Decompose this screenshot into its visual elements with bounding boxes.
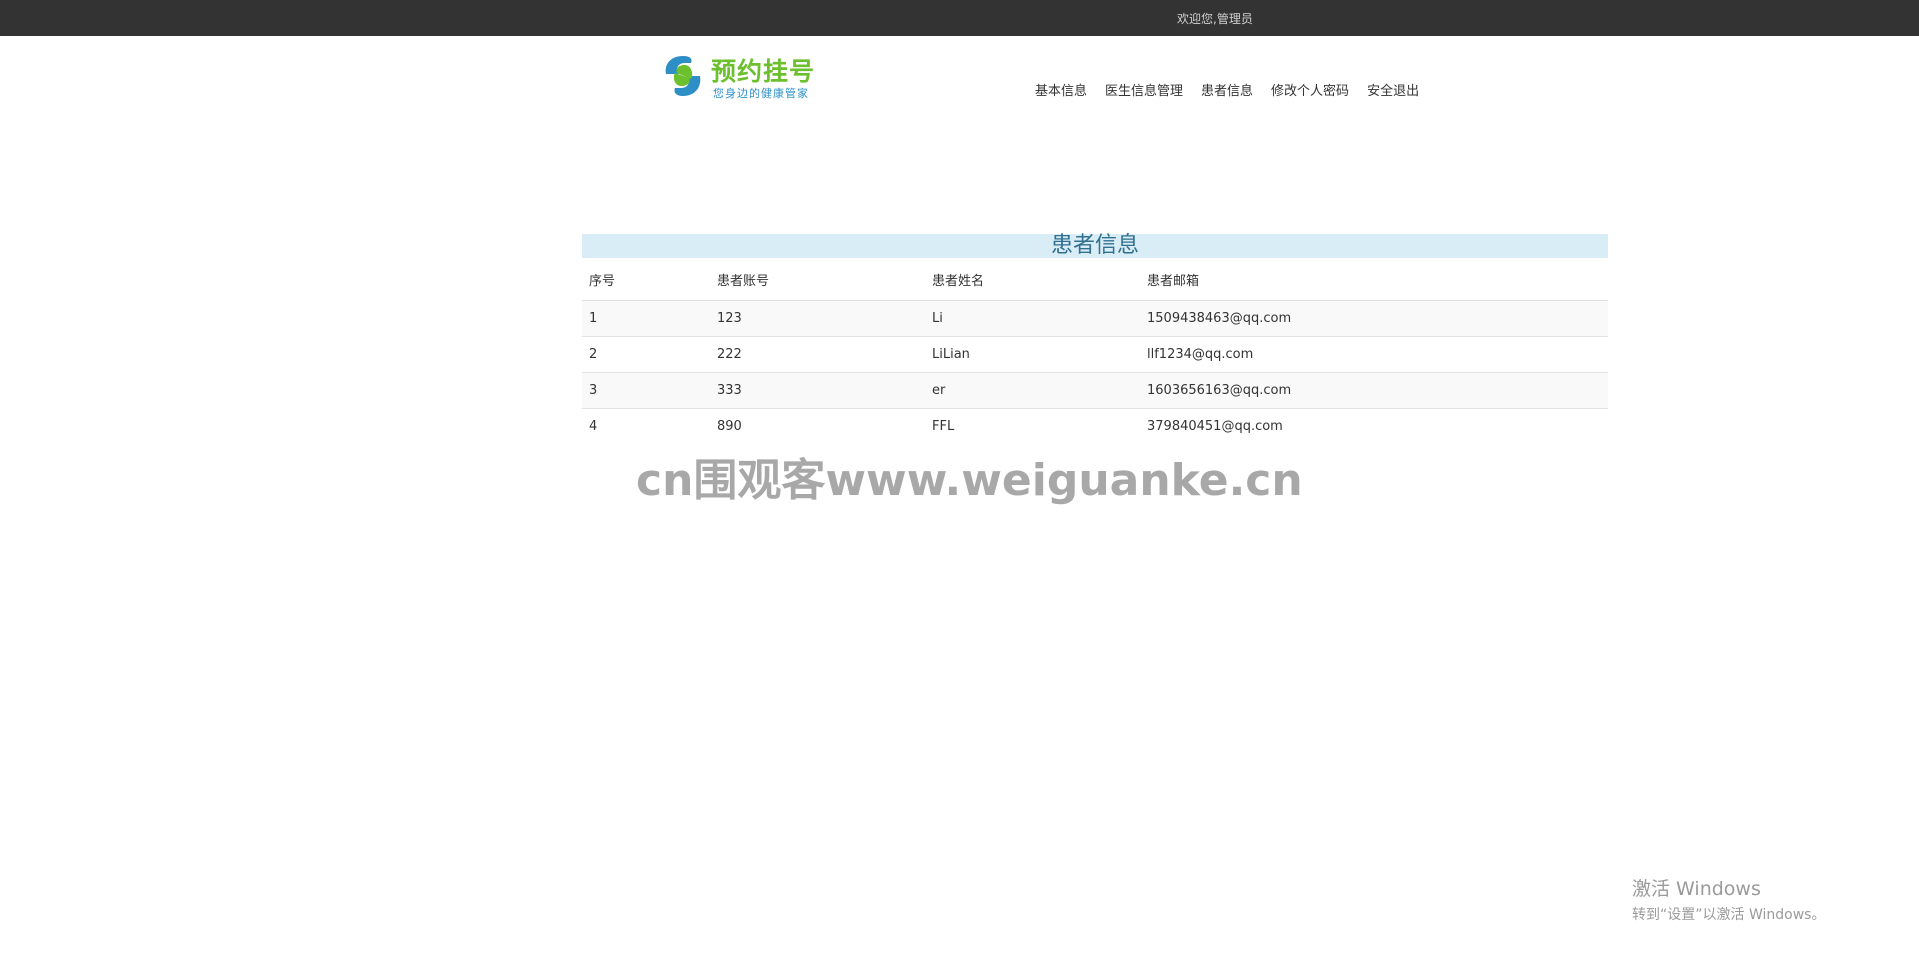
cell-account: 890 bbox=[710, 408, 925, 444]
cell-index: 2 bbox=[582, 336, 710, 373]
table-row: 1 123 Li 1509438463@qq.com bbox=[582, 300, 1608, 337]
cell-name: er bbox=[925, 372, 1140, 409]
cell-index: 1 bbox=[582, 300, 710, 337]
table-header-row: 序号 患者账号 患者姓名 患者邮箱 bbox=[582, 258, 1608, 301]
cell-account: 123 bbox=[710, 300, 925, 337]
panel-title: 患者信息 bbox=[582, 234, 1608, 258]
logo[interactable]: 预约挂号 您身边的健康管家 bbox=[661, 52, 821, 102]
windows-activation-subtitle: 转到“设置”以激活 Windows。 bbox=[1632, 907, 1826, 923]
cell-account: 333 bbox=[710, 372, 925, 409]
cell-email: 1509438463@qq.com bbox=[1140, 300, 1608, 337]
nav-logout[interactable]: 安全退出 bbox=[1367, 80, 1419, 99]
site-watermark: cn围观客www.weiguanke.cn bbox=[636, 455, 1303, 506]
table-row: 4 890 FFL 379840451@qq.com bbox=[582, 408, 1608, 444]
col-header-name: 患者姓名 bbox=[925, 258, 1140, 301]
nav-doctor-management[interactable]: 医生信息管理 bbox=[1105, 80, 1183, 99]
patient-panel: 患者信息 序号 患者账号 患者姓名 患者邮箱 1 123 Li 15094384… bbox=[582, 234, 1608, 444]
nav-basic-info[interactable]: 基本信息 bbox=[1035, 80, 1087, 99]
main-nav: 基本信息 医生信息管理 患者信息 修改个人密码 安全退出 bbox=[1035, 80, 1437, 99]
logo-title: 预约挂号 bbox=[711, 57, 816, 86]
cell-index: 4 bbox=[582, 408, 710, 444]
welcome-text: 欢迎您,管理员 bbox=[1177, 12, 1253, 26]
cell-account: 222 bbox=[710, 336, 925, 373]
windows-activation-title: 激活 Windows bbox=[1632, 878, 1761, 900]
windows-activation-notice: 激活 Windows 转到“设置”以激活 Windows。 bbox=[1632, 874, 1825, 924]
cell-name: FFL bbox=[925, 408, 1140, 444]
table-row: 3 333 er 1603656163@qq.com bbox=[582, 372, 1608, 409]
cell-email: 379840451@qq.com bbox=[1140, 408, 1608, 444]
patient-table: 序号 患者账号 患者姓名 患者邮箱 1 123 Li 1509438463@qq… bbox=[582, 258, 1608, 444]
cell-email: 1603656163@qq.com bbox=[1140, 372, 1608, 409]
table-row: 2 222 LiLian llf1234@qq.com bbox=[582, 336, 1608, 373]
nav-patient-info[interactable]: 患者信息 bbox=[1201, 80, 1253, 99]
cell-email: llf1234@qq.com bbox=[1140, 336, 1608, 373]
cell-name: Li bbox=[925, 300, 1140, 337]
cell-name: LiLian bbox=[925, 336, 1140, 373]
top-bar: 欢迎您,管理员 bbox=[0, 0, 1919, 36]
col-header-account: 患者账号 bbox=[710, 258, 925, 301]
logo-mark-icon bbox=[665, 56, 701, 96]
cell-index: 3 bbox=[582, 372, 710, 409]
nav-change-password[interactable]: 修改个人密码 bbox=[1271, 80, 1349, 99]
col-header-email: 患者邮箱 bbox=[1140, 258, 1608, 301]
logo-slogan: 您身边的健康管家 bbox=[713, 87, 809, 100]
col-header-index: 序号 bbox=[582, 258, 710, 301]
